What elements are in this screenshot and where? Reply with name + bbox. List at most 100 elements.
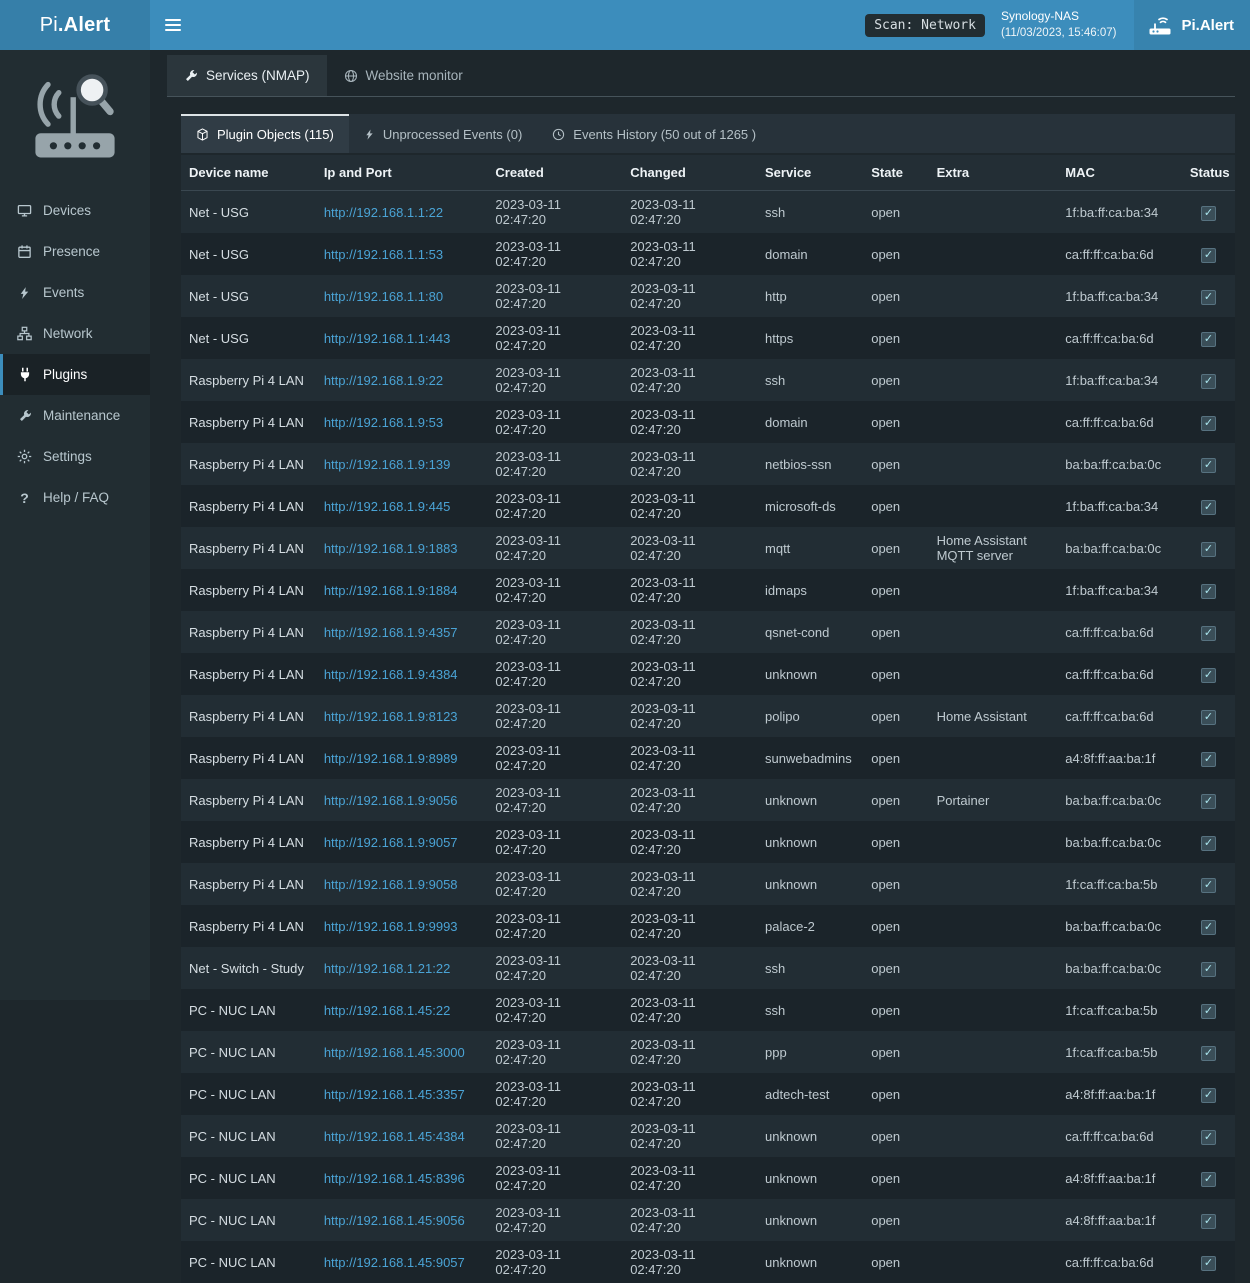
column-header-mac[interactable]: MAC	[1057, 155, 1182, 191]
status-cell: ✓	[1182, 1031, 1235, 1073]
created-cell: 2023-03-11 02:47:20	[487, 527, 622, 569]
devices-icon	[16, 203, 33, 218]
column-header-extra[interactable]: Extra	[929, 155, 1058, 191]
status-checkbox[interactable]: ✓	[1201, 836, 1216, 851]
state-cell: open	[863, 527, 928, 569]
column-header-created[interactable]: Created	[487, 155, 622, 191]
ip-port-link[interactable]: http://192.168.1.45:4384	[324, 1129, 465, 1144]
ip-port-link[interactable]: http://192.168.1.9:9058	[324, 877, 458, 892]
subtab-plugin-objects[interactable]: Plugin Objects (115)	[181, 114, 349, 153]
subtab-unprocessed-events[interactable]: Unprocessed Events (0)	[349, 114, 537, 153]
status-checkbox[interactable]: ✓	[1201, 206, 1216, 221]
extra-cell	[929, 821, 1058, 863]
status-checkbox[interactable]: ✓	[1201, 1172, 1216, 1187]
brand-logo[interactable]: Pi.Alert	[0, 0, 150, 50]
ip-port-link[interactable]: http://192.168.1.9:22	[324, 373, 443, 388]
created-cell: 2023-03-11 02:47:20	[487, 275, 622, 317]
ip-port-link[interactable]: http://192.168.1.45:22	[324, 1003, 451, 1018]
status-checkbox[interactable]: ✓	[1201, 1256, 1216, 1271]
created-cell: 2023-03-11 02:47:20	[487, 401, 622, 443]
ip-port-link[interactable]: http://192.168.1.9:53	[324, 415, 443, 430]
sidebar-item-presence[interactable]: Presence	[0, 231, 150, 272]
status-cell: ✓	[1182, 233, 1235, 275]
status-checkbox[interactable]: ✓	[1201, 710, 1216, 725]
status-checkbox[interactable]: ✓	[1201, 626, 1216, 641]
status-checkbox[interactable]: ✓	[1201, 1004, 1216, 1019]
sidebar-item-devices[interactable]: Devices	[0, 190, 150, 231]
ip-port-link[interactable]: http://192.168.1.9:139	[324, 457, 451, 472]
ip-port-link[interactable]: http://192.168.1.1:443	[324, 331, 451, 346]
status-checkbox[interactable]: ✓	[1201, 374, 1216, 389]
ip-port-link[interactable]: http://192.168.1.9:9993	[324, 919, 458, 934]
status-checkbox[interactable]: ✓	[1201, 878, 1216, 893]
table-row: PC - NUC LANhttp://192.168.1.45:90562023…	[181, 1199, 1235, 1241]
column-header-state[interactable]: State	[863, 155, 928, 191]
status-checkbox[interactable]: ✓	[1201, 752, 1216, 767]
ip-port-link[interactable]: http://192.168.1.1:22	[324, 205, 443, 220]
status-checkbox[interactable]: ✓	[1201, 794, 1216, 809]
changed-cell: 2023-03-11 02:47:20	[622, 1241, 757, 1283]
subtab-events-history[interactable]: Events History (50 out of 1265 )	[537, 114, 771, 153]
ip-port-link[interactable]: http://192.168.1.9:8123	[324, 709, 458, 724]
status-checkbox[interactable]: ✓	[1201, 416, 1216, 431]
changed-cell: 2023-03-11 02:47:20	[622, 1157, 757, 1199]
ip-port-link[interactable]: http://192.168.1.1:53	[324, 247, 443, 262]
ip-port-link[interactable]: http://192.168.1.45:9057	[324, 1255, 465, 1270]
ip-port-link[interactable]: http://192.168.1.45:8396	[324, 1171, 465, 1186]
sidebar-item-network[interactable]: Network	[0, 313, 150, 354]
ip-port-link[interactable]: http://192.168.1.45:3000	[324, 1045, 465, 1060]
status-checkbox[interactable]: ✓	[1201, 584, 1216, 599]
service-cell: idmaps	[757, 569, 863, 611]
ip-port-link[interactable]: http://192.168.1.9:9056	[324, 793, 458, 808]
sidebar-toggle-button[interactable]	[150, 0, 196, 50]
status-checkbox[interactable]: ✓	[1201, 1088, 1216, 1103]
status-checkbox[interactable]: ✓	[1201, 500, 1216, 515]
tab-services-nmap[interactable]: Services (NMAP)	[167, 55, 327, 96]
ip-port-link[interactable]: http://192.168.1.45:3357	[324, 1087, 465, 1102]
status-cell: ✓	[1182, 1073, 1235, 1115]
status-checkbox[interactable]: ✓	[1201, 962, 1216, 977]
service-cell: mqtt	[757, 527, 863, 569]
created-cell: 2023-03-11 02:47:20	[487, 737, 622, 779]
sidebar-item-plugins[interactable]: Plugins	[0, 354, 150, 395]
status-checkbox[interactable]: ✓	[1201, 332, 1216, 347]
status-checkbox[interactable]: ✓	[1201, 248, 1216, 263]
status-checkbox[interactable]: ✓	[1201, 668, 1216, 683]
changed-cell: 2023-03-11 02:47:20	[622, 191, 757, 234]
column-header-changed[interactable]: Changed	[622, 155, 757, 191]
ip-port-link[interactable]: http://192.168.1.45:9056	[324, 1213, 465, 1228]
status-checkbox[interactable]: ✓	[1201, 542, 1216, 557]
mac-cell: a4:8f:ff:aa:ba:1f	[1057, 1073, 1182, 1115]
ip-port-cell: http://192.168.1.21:22	[316, 947, 488, 989]
sidebar-item-help-faq[interactable]: ? Help / FAQ	[0, 477, 150, 518]
column-header-service[interactable]: Service	[757, 155, 863, 191]
sidebar-item-maintenance[interactable]: Maintenance	[0, 395, 150, 436]
mac-cell: a4:8f:ff:aa:ba:1f	[1057, 737, 1182, 779]
router-icon	[1148, 16, 1172, 35]
state-cell: open	[863, 947, 928, 989]
state-cell: open	[863, 485, 928, 527]
ip-port-link[interactable]: http://192.168.1.9:1883	[324, 541, 458, 556]
ip-port-link[interactable]: http://192.168.1.21:22	[324, 961, 451, 976]
ip-port-link[interactable]: http://192.168.1.9:9057	[324, 835, 458, 850]
status-checkbox[interactable]: ✓	[1201, 290, 1216, 305]
ip-port-link[interactable]: http://192.168.1.1:80	[324, 289, 443, 304]
status-checkbox[interactable]: ✓	[1201, 920, 1216, 935]
ip-port-cell: http://192.168.1.9:9056	[316, 779, 488, 821]
ip-port-link[interactable]: http://192.168.1.9:8989	[324, 751, 458, 766]
ip-port-link[interactable]: http://192.168.1.9:4357	[324, 625, 458, 640]
column-header-status[interactable]: Status	[1182, 155, 1235, 191]
ip-port-link[interactable]: http://192.168.1.9:4384	[324, 667, 458, 682]
column-header-ip-and-port[interactable]: Ip and Port	[316, 155, 488, 191]
sidebar-item-settings[interactable]: Settings	[0, 436, 150, 477]
ip-port-link[interactable]: http://192.168.1.9:1884	[324, 583, 458, 598]
tab-website-monitor[interactable]: Website monitor	[327, 55, 480, 96]
sidebar-item-events[interactable]: Events	[0, 272, 150, 313]
status-checkbox[interactable]: ✓	[1201, 1130, 1216, 1145]
status-checkbox[interactable]: ✓	[1201, 1046, 1216, 1061]
column-header-device-name[interactable]: Device name	[181, 155, 316, 191]
mac-cell: ca:ff:ff:ca:ba:6d	[1057, 233, 1182, 275]
status-checkbox[interactable]: ✓	[1201, 1214, 1216, 1229]
ip-port-link[interactable]: http://192.168.1.9:445	[324, 499, 451, 514]
status-checkbox[interactable]: ✓	[1201, 458, 1216, 473]
